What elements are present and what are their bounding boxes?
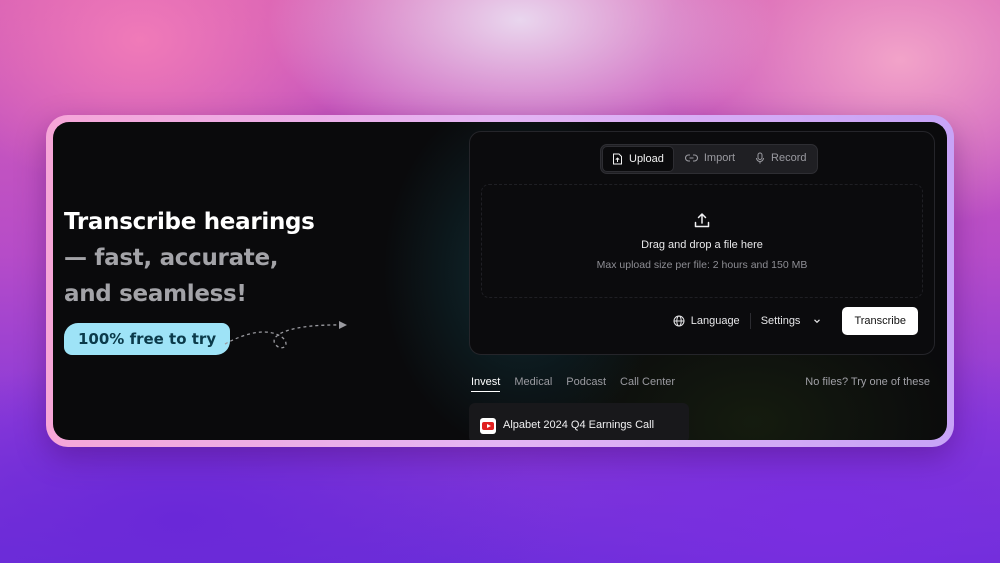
tab-record-label: Record [771, 152, 807, 164]
sample-file-item[interactable]: Alpabet 2024 Q4 Earnings Call [469, 403, 689, 440]
dropzone-subtitle: Max upload size per file: 2 hours and 15… [596, 259, 808, 271]
tab-upload-label: Upload [629, 153, 664, 165]
hero-line-1: Transcribe hearings [64, 209, 315, 235]
upload-panel: Upload Import Record Drag and drop a fil… [469, 131, 935, 355]
tab-call-center[interactable]: Call Center [620, 376, 675, 392]
file-upload-icon [613, 153, 622, 165]
tab-medical[interactable]: Medical [514, 376, 552, 392]
settings-label: Settings [760, 315, 801, 327]
samples-hint: No files? Try one of these [805, 376, 930, 388]
link-icon [684, 154, 698, 162]
settings-dropdown[interactable]: Settings [751, 315, 833, 327]
hero-headline: Transcribe hearings — fast, accurate, an… [64, 204, 364, 312]
doodle-arrow-icon [224, 321, 347, 349]
language-label: Language [690, 315, 740, 327]
upload-icon [694, 213, 710, 228]
free-badge: 100% free to try [64, 323, 231, 355]
source-tabs: Upload Import Record [600, 144, 818, 174]
tab-record[interactable]: Record [746, 146, 815, 170]
globe-icon [673, 315, 685, 327]
app-card: Transcribe hearings — fast, accurate, an… [53, 122, 947, 440]
sample-category-tabs: Invest Medical Podcast Call Center [471, 376, 675, 392]
tab-import[interactable]: Import [676, 146, 744, 170]
file-dropzone[interactable]: Drag and drop a file here Max upload siz… [481, 184, 923, 298]
hero-line-2: — fast, accurate, [64, 245, 279, 271]
tab-invest[interactable]: Invest [471, 376, 501, 392]
tab-upload[interactable]: Upload [602, 146, 674, 172]
hero-line-3: and seamless! [64, 281, 247, 307]
sample-file-title: Alpabet 2024 Q4 Earnings Call [503, 419, 655, 431]
tab-podcast[interactable]: Podcast [566, 376, 606, 392]
transcribe-button[interactable]: Transcribe [842, 307, 918, 335]
microphone-icon [756, 152, 765, 164]
chevron-down-icon [814, 319, 821, 324]
transcribe-controls: Language Settings Transcribe [663, 307, 918, 335]
youtube-icon [480, 418, 496, 434]
language-selector[interactable]: Language [663, 315, 750, 327]
tab-import-label: Import [703, 152, 736, 164]
dropzone-title: Drag and drop a file here [641, 239, 763, 251]
